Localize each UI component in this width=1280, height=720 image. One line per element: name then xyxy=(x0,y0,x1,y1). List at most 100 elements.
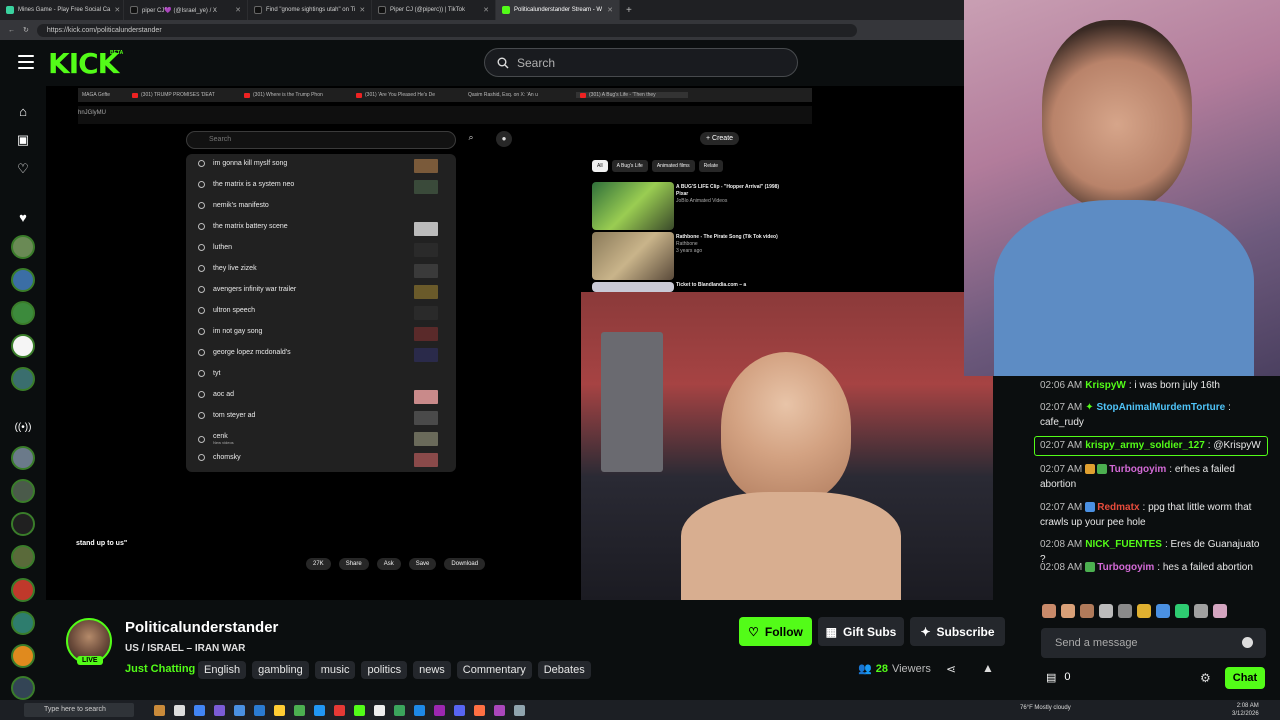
app-icon[interactable] xyxy=(154,704,165,716)
reload-icon[interactable]: ↻ xyxy=(23,26,29,34)
emoji-icon[interactable] xyxy=(1242,637,1253,648)
chat-message[interactable]: 02:07 AM krispy_army_soldier_127: @Krispy… xyxy=(1040,438,1262,453)
recommended-channel-avatar[interactable] xyxy=(11,446,35,470)
app-icon[interactable] xyxy=(414,704,425,716)
stream-tag[interactable]: music xyxy=(314,661,356,679)
app-icon[interactable] xyxy=(494,704,505,716)
app-icon[interactable] xyxy=(314,704,325,716)
url-field[interactable]: https://kick.com/politicalunderstander xyxy=(36,23,857,37)
browser-tab[interactable]: Piper CJ (@piperc)) | TikTok ✕ xyxy=(372,0,496,20)
app-icon[interactable] xyxy=(454,704,465,716)
emote-icon[interactable] xyxy=(1080,604,1094,618)
report-warning-icon[interactable]: ▲ xyxy=(982,661,994,675)
emote-icon[interactable] xyxy=(1118,604,1132,618)
close-icon[interactable]: ✕ xyxy=(114,6,120,14)
followed-channel-avatar[interactable] xyxy=(11,235,35,259)
stream-tag[interactable]: Debates xyxy=(537,661,591,679)
chat-username[interactable]: KrispyW xyxy=(1085,380,1126,391)
taskbar-search[interactable]: Type here to search xyxy=(24,703,134,717)
new-tab-icon[interactable]: + xyxy=(620,5,638,16)
browser-tab[interactable]: Mines Game - Play Free Social Ca ✕ xyxy=(0,0,124,20)
close-icon[interactable]: ✕ xyxy=(607,6,613,14)
following-heart-icon[interactable]: ♡ xyxy=(12,158,34,180)
stream-tag[interactable]: English xyxy=(198,661,247,679)
browser-tab[interactable]: Find "gnome sightings utah" on Ti ✕ xyxy=(248,0,372,20)
emote-icon[interactable] xyxy=(1042,604,1056,618)
chat-username[interactable]: StopAnimalMurdemTorture xyxy=(1096,402,1225,413)
stream-tags: English gambling music politics news Com… xyxy=(198,661,591,679)
chat-username[interactable]: NICK_FUENTES xyxy=(1085,539,1162,550)
recommended-channel-avatar[interactable] xyxy=(11,479,35,503)
app-icon[interactable] xyxy=(514,704,525,716)
favorites-heart-icon[interactable]: ♥ xyxy=(12,206,34,228)
back-arrow-icon[interactable]: ← xyxy=(8,27,15,34)
stream-tag[interactable]: Commentary xyxy=(456,661,532,679)
browser-tab-active[interactable]: Politicalunderstander Stream - W ✕ xyxy=(496,0,620,20)
taskbar-clock[interactable]: 2:08 AM 3/12/2026 xyxy=(1232,702,1259,718)
browser-tab[interactable]: piper CJ💜 (@Israel_ye) / X ✕ xyxy=(124,0,248,20)
emote-icon[interactable] xyxy=(1061,604,1075,618)
emote-icon[interactable] xyxy=(1194,604,1208,618)
stream-category[interactable]: Just Chatting xyxy=(125,663,195,675)
recommended-channel-avatar[interactable] xyxy=(11,611,35,635)
beta-badge: BETA xyxy=(110,50,124,56)
share-icon[interactable]: ⋖ xyxy=(946,662,956,676)
chat-send-button[interactable]: Chat xyxy=(1225,667,1265,689)
channel-name[interactable]: Politicalunderstander xyxy=(125,619,278,636)
emote-icon[interactable] xyxy=(1175,604,1189,618)
home-icon[interactable]: ⌂ xyxy=(12,100,34,122)
stream-tag[interactable]: news xyxy=(413,661,451,679)
recommended-channel-avatar[interactable] xyxy=(11,676,35,700)
follow-button[interactable]: ♡ Follow xyxy=(739,617,812,646)
app-icon[interactable] xyxy=(294,704,305,716)
channel-points[interactable]: ▤ 0 xyxy=(1046,671,1071,684)
chat-username[interactable]: Turbogoyim xyxy=(1097,562,1154,573)
emote-icon[interactable] xyxy=(1137,604,1151,618)
close-icon[interactable]: ✕ xyxy=(235,6,241,14)
app-icon[interactable] xyxy=(214,704,225,716)
app-icon[interactable] xyxy=(474,704,485,716)
recommended-channel-avatar[interactable] xyxy=(11,545,35,569)
chat-username[interactable]: krispy_army_soldier_127 xyxy=(1085,440,1205,451)
followed-channel-avatar[interactable] xyxy=(11,367,35,391)
followed-channel-avatar[interactable] xyxy=(11,268,35,292)
followed-channel-avatar[interactable] xyxy=(11,301,35,325)
recommended-channel-avatar[interactable] xyxy=(11,644,35,668)
chat-message[interactable]: 02:08 AM Turbogoyim: hes a failed abortio… xyxy=(1040,560,1262,575)
recommended-channel-avatar[interactable] xyxy=(11,578,35,602)
chat-input[interactable]: Send a message xyxy=(1041,628,1266,658)
chat-message[interactable]: 02:06 AM KrispyW: i was born july 16th xyxy=(1040,378,1262,393)
taskbar-weather[interactable]: 76°F Mostly cloudy xyxy=(1020,705,1071,711)
emote-icon[interactable] xyxy=(1213,604,1227,618)
app-icon[interactable] xyxy=(174,704,185,716)
stream-tag[interactable]: gambling xyxy=(252,661,309,679)
chat-username[interactable]: Turbogoyim xyxy=(1109,464,1166,475)
close-icon[interactable]: ✕ xyxy=(359,6,365,14)
app-icon[interactable] xyxy=(194,704,205,716)
hamburger-menu-icon[interactable] xyxy=(18,55,34,69)
recommended-channel-avatar[interactable] xyxy=(11,512,35,536)
emote-icon[interactable] xyxy=(1156,604,1170,618)
stream-tag[interactable]: politics xyxy=(361,661,408,679)
app-icon[interactable] xyxy=(434,704,445,716)
chat-message[interactable]: 02:07 AM ✦ StopAnimalMurdemTorture: cafe_… xyxy=(1040,400,1262,430)
app-icon[interactable] xyxy=(254,704,265,716)
gift-subs-button[interactable]: ▦ Gift Subs xyxy=(818,617,904,646)
followed-channel-avatar[interactable] xyxy=(11,334,35,358)
emote-icon[interactable] xyxy=(1099,604,1113,618)
search-input[interactable]: Search xyxy=(484,48,798,77)
kick-logo[interactable]: KICK xyxy=(48,47,119,80)
gear-icon[interactable]: ⚙ xyxy=(1200,671,1211,685)
subscribe-button[interactable]: ✦ Subscribe xyxy=(910,617,1005,646)
app-icon[interactable] xyxy=(234,704,245,716)
chat-message[interactable]: 02:07 AM Redmatx: ppg that little worm th… xyxy=(1040,500,1262,530)
app-icon[interactable] xyxy=(274,704,285,716)
chat-username[interactable]: Redmatx xyxy=(1097,502,1139,513)
app-icon[interactable] xyxy=(354,704,365,716)
app-icon[interactable] xyxy=(394,704,405,716)
app-icon[interactable] xyxy=(374,704,385,716)
close-icon[interactable]: ✕ xyxy=(483,6,489,14)
browse-icon[interactable]: ▣ xyxy=(12,129,34,151)
app-icon[interactable] xyxy=(334,704,345,716)
chat-message[interactable]: 02:07 AM Turbogoyim: erhes a failed abort… xyxy=(1040,462,1262,492)
